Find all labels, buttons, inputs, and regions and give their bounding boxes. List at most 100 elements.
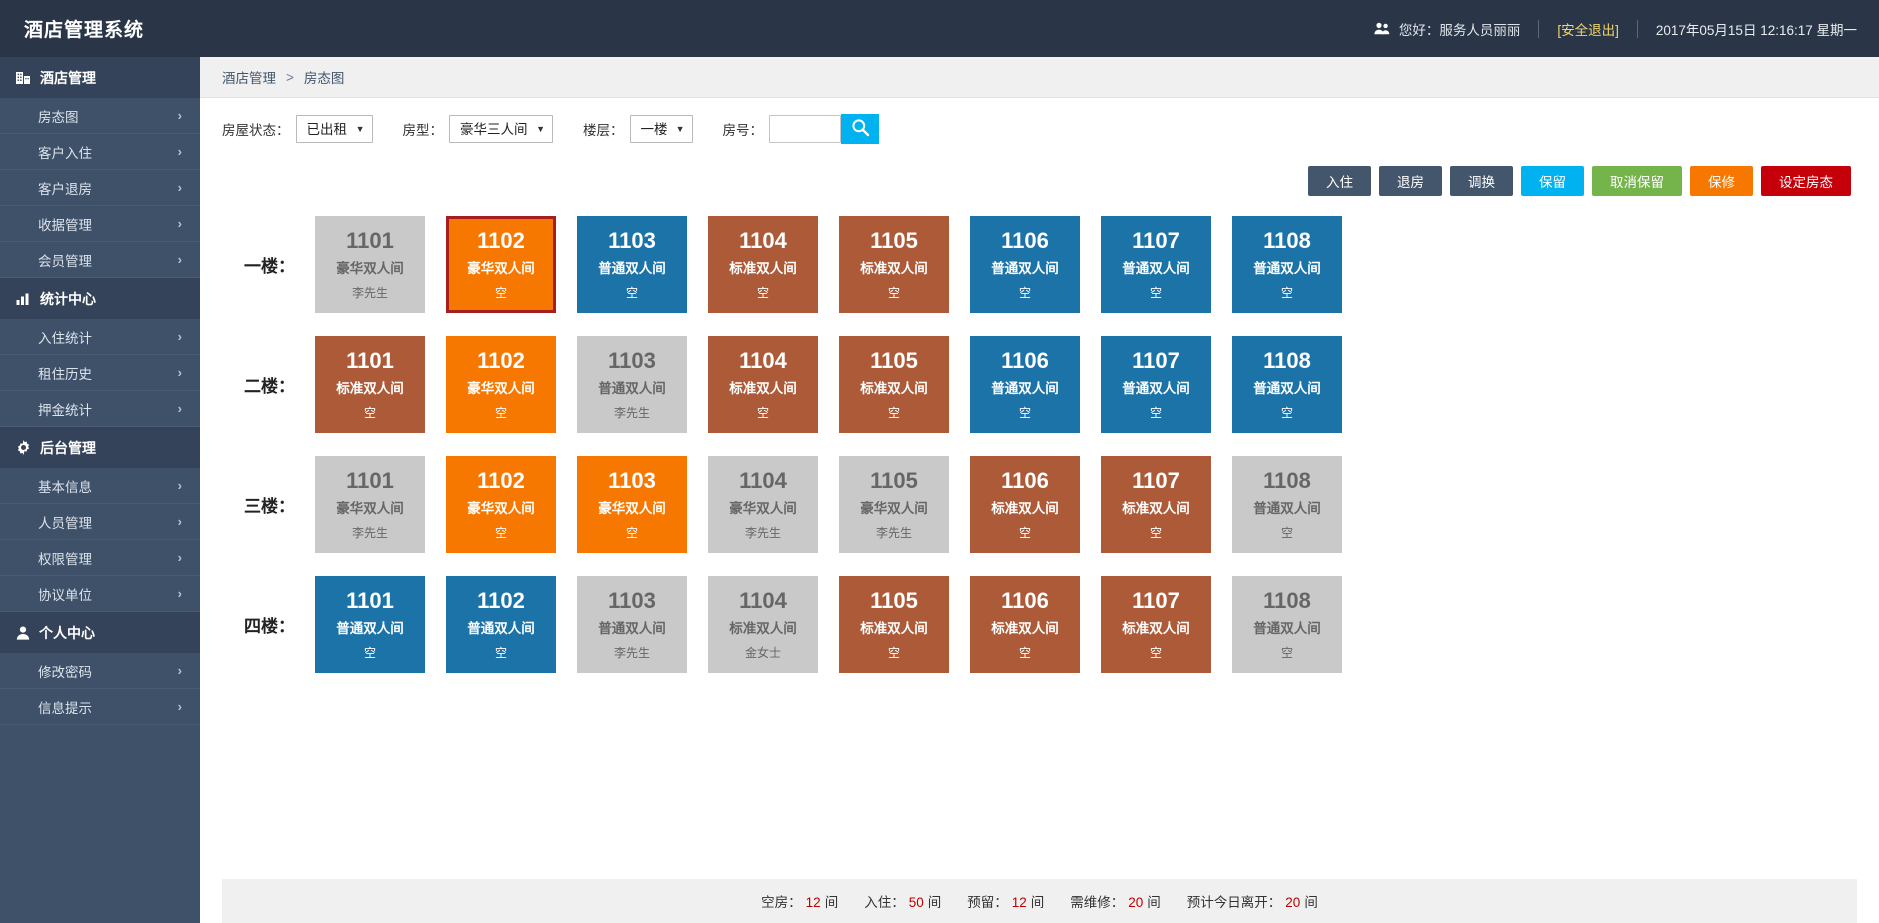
- room-card[interactable]: 1102 豪华双人间空: [446, 336, 556, 433]
- sidebar-item-0-2[interactable]: 客户退房 ›: [0, 170, 200, 206]
- search-button[interactable]: [841, 114, 879, 144]
- greeting-text: 您好：服务人员丽丽: [1398, 22, 1521, 38]
- room-card[interactable]: 1106 标准双人间空: [970, 576, 1080, 673]
- room-card[interactable]: 1103 普通双人间 李先生: [577, 576, 687, 673]
- action-button-5[interactable]: 保修: [1690, 166, 1753, 196]
- status-stat-4: 预计今日离开： 20 间: [1187, 891, 1318, 911]
- room-card[interactable]: 1102 普通双人间空: [446, 576, 556, 673]
- sidebar-item-2-2[interactable]: 权限管理 ›: [0, 540, 200, 576]
- status-stat-label: 入住：: [864, 895, 905, 910]
- room-card[interactable]: 1104 标准双人间空: [708, 216, 818, 313]
- room-card[interactable]: 1101 普通双人间空: [315, 576, 425, 673]
- room-card[interactable]: 1105 标准双人间空: [839, 336, 949, 433]
- room-status-select[interactable]: 已出租空房预留维修: [295, 115, 373, 143]
- status-stat-value: 20: [1128, 895, 1144, 910]
- room-type: 普通双人间: [598, 620, 666, 636]
- room-number: 1107: [1132, 348, 1180, 374]
- room-card[interactable]: 1105 豪华双人间 李先生: [839, 456, 949, 553]
- room-card[interactable]: 1107 普通双人间空: [1101, 216, 1211, 313]
- room-card[interactable]: 1107 普通双人间空: [1101, 336, 1211, 433]
- sidebar-item-label: 客户退房: [38, 181, 92, 197]
- room-occupant: 空: [1149, 405, 1162, 420]
- action-button-2[interactable]: 调换: [1450, 166, 1513, 196]
- room-card[interactable]: 1107 标准双人间空: [1101, 456, 1211, 553]
- room-number: 1101: [346, 228, 394, 254]
- floor-select[interactable]: 一楼二楼三楼四楼: [629, 115, 693, 143]
- action-button-1[interactable]: 退房: [1379, 166, 1442, 196]
- room-card[interactable]: 1106 普通双人间空: [970, 216, 1080, 313]
- room-card[interactable]: 1103 普通双人间空: [577, 216, 687, 313]
- logout-link[interactable]: [安全退出]: [1557, 19, 1619, 39]
- sidebar-item-2-0[interactable]: 基本信息 ›: [0, 468, 200, 504]
- room-card[interactable]: 1108 普通双人间空: [1232, 576, 1342, 673]
- room-card[interactable]: 1106 普通双人间空: [970, 336, 1080, 433]
- action-button-3[interactable]: 保留: [1521, 166, 1584, 196]
- sidebar-item-0-0[interactable]: 房态图 ›: [0, 98, 200, 134]
- filter-floor-selectwrap: 一楼二楼三楼四楼 ▼: [629, 115, 693, 143]
- sidebar-item-2-1[interactable]: 人员管理 ›: [0, 504, 200, 540]
- status-stat-unit: 间: [1030, 895, 1045, 910]
- room-card[interactable]: 1102 豪华双人间空: [446, 216, 556, 313]
- status-stat-unit: 间: [1147, 895, 1161, 910]
- room-card[interactable]: 1108 普通双人间空: [1232, 336, 1342, 433]
- room-occupant: 空: [887, 645, 900, 660]
- room-card[interactable]: 1101 豪华双人间 李先生: [315, 216, 425, 313]
- room-occupant: 空: [1280, 645, 1293, 660]
- room-occupant: 空: [363, 405, 376, 420]
- room-card[interactable]: 1103 普通双人间 李先生: [577, 336, 687, 433]
- room-number-input[interactable]: [769, 115, 841, 143]
- room-number: 1106: [1001, 348, 1049, 374]
- sidebar-item-1-1[interactable]: 租住历史 ›: [0, 355, 200, 391]
- action-button-6[interactable]: 设定房态: [1761, 166, 1851, 196]
- room-card[interactable]: 1104 豪华双人间 李先生: [708, 456, 818, 553]
- room-occupant: 空: [494, 405, 507, 420]
- room-card[interactable]: 1101 标准双人间空: [315, 336, 425, 433]
- sidebar-item-3-0[interactable]: 修改密码 ›: [0, 653, 200, 689]
- room-type: 普通双人间: [1253, 620, 1321, 636]
- room-card[interactable]: 1106 标准双人间空: [970, 456, 1080, 553]
- room-card[interactable]: 1108 普通双人间空: [1232, 216, 1342, 313]
- room-card[interactable]: 1105 标准双人间空: [839, 576, 949, 673]
- chevron-right-icon: ›: [177, 216, 182, 231]
- room-number: 1103: [608, 228, 656, 254]
- sidebar-item-0-3[interactable]: 收据管理 ›: [0, 206, 200, 242]
- sidebar-item-label: 会员管理: [38, 253, 92, 269]
- filter-status-label: 房屋状态：: [222, 123, 290, 138]
- room-card[interactable]: 1104 标准双人间 金女士: [708, 576, 818, 673]
- sidebar-item-1-0[interactable]: 入住统计 ›: [0, 319, 200, 355]
- sidebar-item-1-2[interactable]: 押金统计 ›: [0, 391, 200, 427]
- room-card[interactable]: 1101 豪华双人间 李先生: [315, 456, 425, 553]
- sidebar-item-2-3[interactable]: 协议单位 ›: [0, 576, 200, 612]
- sidebar-item-0-4[interactable]: 会员管理 ›: [0, 242, 200, 278]
- room-number: 1104: [739, 228, 787, 254]
- sidebar-item-0-1[interactable]: 客户入住 ›: [0, 134, 200, 170]
- room-card[interactable]: 1107 标准双人间空: [1101, 576, 1211, 673]
- user-icon: [16, 626, 30, 640]
- filter-roomno-label: 房号：: [722, 123, 764, 138]
- sidebar-group-0[interactable]: 酒店管理: [0, 57, 200, 98]
- sidebar-group-label: 酒店管理: [40, 69, 96, 86]
- sidebar-group-1[interactable]: 统计中心: [0, 278, 200, 319]
- room-type-select[interactable]: 豪华三人间豪华双人间标准双人间普通双人间: [449, 115, 553, 143]
- room-card[interactable]: 1103 豪华双人间空: [577, 456, 687, 553]
- floor-rooms: 1101 豪华双人间 李先生 1102 豪华双人间空 1103 普通双人间空 1104 标准双人…: [315, 216, 1342, 313]
- sidebar-item-label: 权限管理: [38, 551, 92, 567]
- room-occupant: 空: [1280, 525, 1293, 540]
- sidebar-group-2[interactable]: 后台管理: [0, 427, 200, 468]
- room-card[interactable]: 1105 标准双人间空: [839, 216, 949, 313]
- room-occupant: 空: [1149, 645, 1162, 660]
- room-card[interactable]: 1104 标准双人间空: [708, 336, 818, 433]
- action-button-4[interactable]: 取消保留: [1592, 166, 1682, 196]
- status-stat-value: 20: [1285, 895, 1301, 910]
- room-card[interactable]: 1108 普通双人间空: [1232, 456, 1342, 553]
- floor-rooms: 1101 标准双人间空 1102 豪华双人间空 1103 普通双人间 李先生 1104 标准双人…: [315, 336, 1342, 433]
- floor-rooms: 1101 普通双人间空 1102 普通双人间空 1103 普通双人间 李先生 1104 标准双人…: [315, 576, 1342, 673]
- room-number: 1106: [1001, 468, 1049, 494]
- room-card[interactable]: 1102 豪华双人间空: [446, 456, 556, 553]
- room-type: 普通双人间: [598, 380, 666, 396]
- sidebar-item-3-1[interactable]: 信息提示 ›: [0, 689, 200, 725]
- sidebar-group-3[interactable]: 个人中心: [0, 612, 200, 653]
- breadcrumb-root[interactable]: 酒店管理: [222, 67, 276, 87]
- action-button-0[interactable]: 入住: [1308, 166, 1371, 196]
- room-number: 1104: [739, 588, 787, 614]
